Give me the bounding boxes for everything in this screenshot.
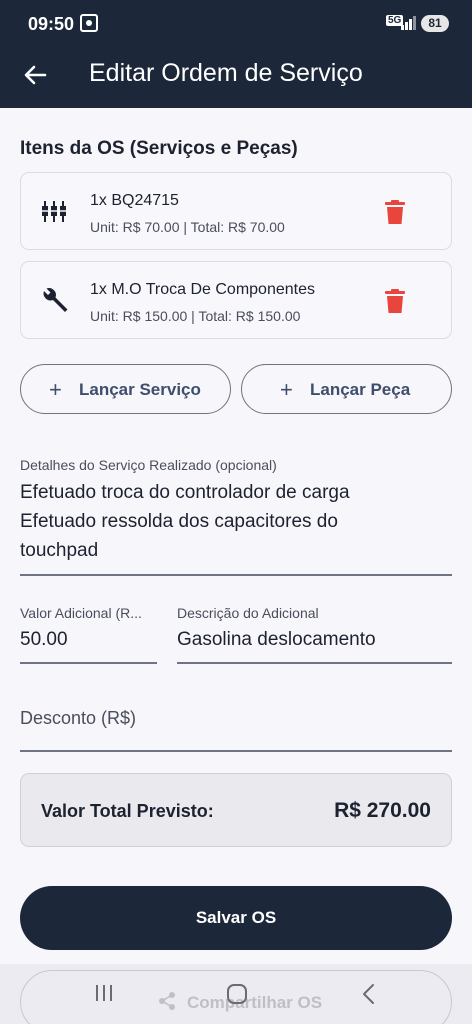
item-price: Unit: R$ 150.00 | Total: R$ 150.00 <box>90 308 301 324</box>
details-line: Efetuado troca do controlador de carga <box>20 482 350 503</box>
additional-desc-label: Descrição do Adicional <box>177 605 319 621</box>
app-bar: Editar Ordem de Serviço <box>0 46 472 108</box>
total-box: Valor Total Previsto: R$ 270.00 <box>20 773 452 847</box>
additional-desc-underline <box>177 662 452 664</box>
total-label: Valor Total Previsto: <box>41 801 214 821</box>
component-icon <box>41 201 67 222</box>
add-service-label: Lançar Serviço <box>79 380 201 399</box>
item-price: Unit: R$ 70.00 | Total: R$ 70.00 <box>90 219 285 235</box>
save-button[interactable]: Salvar OS <box>20 886 452 950</box>
status-time: 09:50 <box>28 14 75 34</box>
wrench-icon <box>43 288 68 312</box>
plus-icon: + <box>49 377 62 402</box>
battery-level: 81 <box>421 15 449 32</box>
arrow-left-icon[interactable] <box>20 60 50 90</box>
additional-value-field[interactable]: 50.00 <box>20 625 68 654</box>
total-value: R$ 270.00 <box>334 799 431 822</box>
share-label: Compartilhar OS <box>187 993 323 1012</box>
trash-icon[interactable] <box>385 199 405 225</box>
trash-icon[interactable] <box>385 288 405 314</box>
details-underline <box>20 574 452 576</box>
additional-value-underline <box>20 662 157 664</box>
back-nav-icon[interactable] <box>360 983 378 1005</box>
page-title: Editar Ordem de Serviço <box>89 59 363 87</box>
list-item[interactable]: 1x BQ24715 Unit: R$ 70.00 | Total: R$ 70… <box>20 172 452 250</box>
add-part-label: Lançar Peça <box>310 380 411 399</box>
details-line: touchpad <box>20 540 99 561</box>
item-name: 1x BQ24715 <box>90 192 179 209</box>
plus-icon: + <box>280 377 293 402</box>
items-section-title: Itens da OS (Serviços e Peças) <box>20 138 298 159</box>
additional-desc-field[interactable]: Gasolina deslocamento <box>177 625 376 654</box>
details-field[interactable]: Efetuado troca do controlador de carga E… <box>20 478 452 565</box>
add-service-button[interactable]: + Lançar Serviço <box>20 364 231 414</box>
discount-underline <box>20 750 452 752</box>
share-icon <box>159 992 175 1010</box>
additional-value-label: Valor Adicional (R... <box>20 605 142 621</box>
add-part-button[interactable]: + Lançar Peça <box>241 364 452 414</box>
status-bar: 09:50 5G 81 <box>0 0 472 46</box>
details-label: Detalhes do Serviço Realizado (opcional) <box>20 457 277 473</box>
screen-record-icon <box>80 14 98 32</box>
recents-icon[interactable] <box>94 983 114 1003</box>
item-name: 1x M.O Troca De Componentes <box>90 281 315 298</box>
home-icon[interactable] <box>226 983 248 1005</box>
signal-icon <box>401 16 417 30</box>
list-item[interactable]: 1x M.O Troca De Componentes Unit: R$ 150… <box>20 261 452 339</box>
details-line: Efetuado ressolda dos capacitores do <box>20 511 338 532</box>
discount-field[interactable]: Desconto (R$) <box>20 704 136 733</box>
